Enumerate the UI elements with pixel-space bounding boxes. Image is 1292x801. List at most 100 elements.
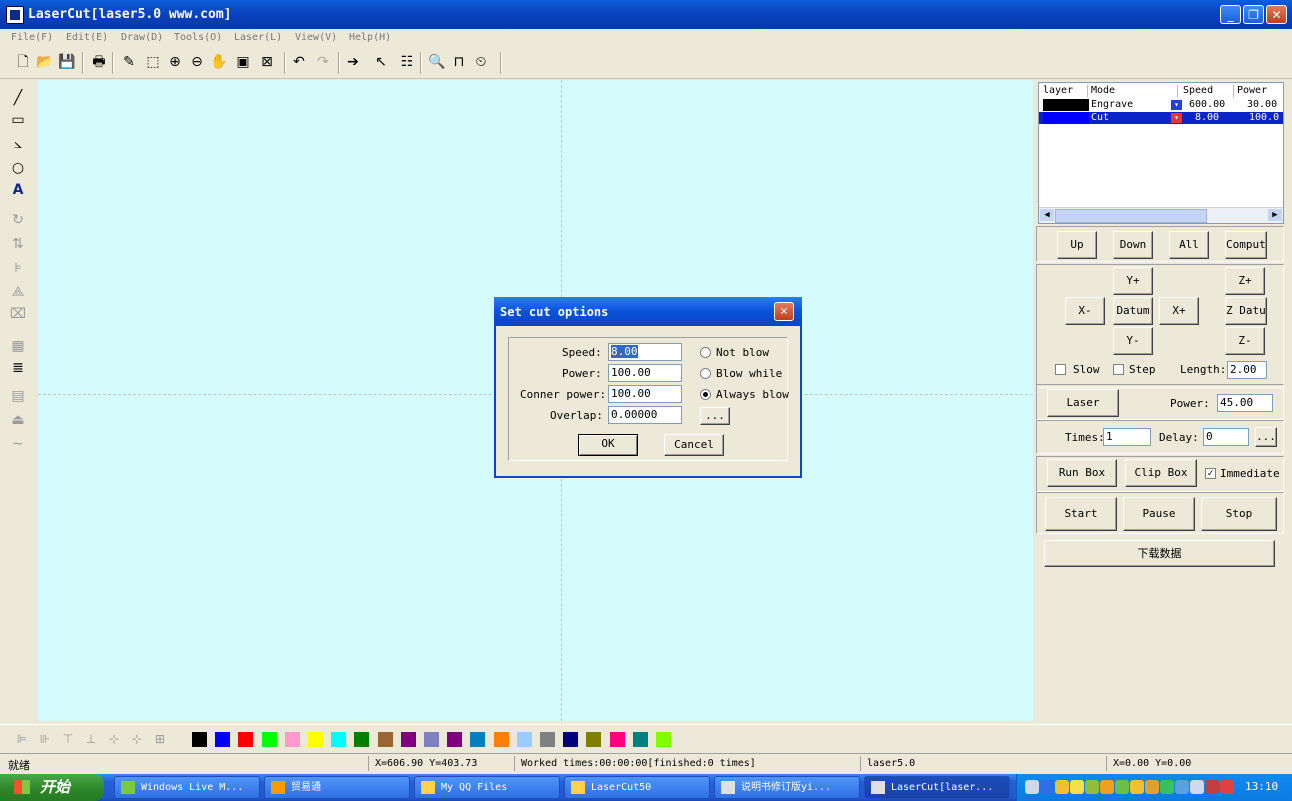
arrow-icon[interactable]: ➔: [344, 53, 362, 71]
array-icon[interactable]: ▦: [8, 336, 28, 356]
fit-page-icon[interactable]: ⊠: [258, 53, 276, 71]
taskbar-item[interactable]: Windows Live M...: [114, 776, 260, 799]
align-center-icon[interactable]: ⊪: [37, 731, 53, 747]
menu-tools[interactable]: Tools(O): [174, 32, 222, 43]
align-left-icon[interactable]: ⊫: [14, 731, 30, 747]
not-blow-radio[interactable]: [700, 347, 711, 358]
tray-icon[interactable]: [1205, 780, 1219, 794]
slow-checkbox[interactable]: [1055, 364, 1066, 375]
ok-button[interactable]: OK: [578, 434, 638, 456]
restore-button[interactable]: ❐: [1243, 5, 1264, 24]
weld-icon[interactable]: ⏏: [8, 410, 28, 430]
node-icon[interactable]: ↖: [372, 53, 390, 71]
times-input[interactable]: 1: [1103, 428, 1151, 446]
clip-box-button[interactable]: Clip Box: [1125, 459, 1197, 487]
preview-icon[interactable]: 🔍: [428, 53, 446, 71]
fill-icon[interactable]: ≣: [8, 358, 28, 378]
open-icon[interactable]: 📂: [36, 53, 54, 71]
z-plus-button[interactable]: Z+: [1225, 267, 1265, 295]
fit-icon[interactable]: ▣: [234, 53, 252, 71]
palette-color-swatch[interactable]: [516, 732, 532, 747]
redo-icon[interactable]: ↷: [314, 53, 332, 71]
tray-icon[interactable]: [1070, 780, 1084, 794]
x-minus-button[interactable]: X-: [1065, 297, 1105, 325]
datum-button[interactable]: Datum: [1113, 297, 1153, 325]
y-minus-button[interactable]: Y-: [1113, 327, 1153, 355]
text-icon[interactable]: A: [8, 180, 28, 200]
menu-help[interactable]: Help(H): [349, 32, 391, 43]
speed-input[interactable]: 8.00: [608, 343, 682, 361]
tray-icon[interactable]: [1025, 780, 1039, 794]
zoom-out-icon[interactable]: ⊖: [188, 53, 206, 71]
minimize-button[interactable]: _: [1220, 5, 1241, 24]
palette-color-swatch[interactable]: [470, 732, 486, 747]
overlap-input[interactable]: 0.00000: [608, 406, 682, 424]
delay-input[interactable]: 0: [1203, 428, 1249, 446]
laser-button[interactable]: Laser: [1047, 389, 1119, 417]
layer-row-cut[interactable]: Cut ▾ 8.00 100.0: [1039, 112, 1283, 124]
palette-color-swatch[interactable]: [609, 732, 625, 747]
crop-icon[interactable]: ⌧: [8, 304, 28, 324]
tray-icon[interactable]: [1220, 780, 1234, 794]
timer-icon[interactable]: ⏲: [472, 53, 490, 71]
dialog-close-icon[interactable]: ✕: [774, 302, 794, 321]
palette-color-swatch[interactable]: [656, 732, 671, 747]
menu-laser[interactable]: Laser(L): [234, 32, 282, 43]
power-input[interactable]: 100.00: [608, 364, 682, 382]
always-blow-radio[interactable]: [700, 389, 711, 400]
all-button[interactable]: All: [1169, 231, 1209, 259]
taskbar-item[interactable]: 贸易通: [264, 776, 410, 799]
step-checkbox[interactable]: [1113, 364, 1124, 375]
start-button[interactable]: 开始: [0, 774, 104, 801]
length-input[interactable]: 2.00: [1227, 361, 1267, 379]
align-icon[interactable]: ⊧: [8, 258, 28, 278]
distribute-h-icon[interactable]: ⊹: [106, 731, 122, 747]
run-box-button[interactable]: Run Box: [1047, 459, 1117, 487]
stop-button[interactable]: Stop: [1201, 497, 1277, 531]
pen-icon[interactable]: ✎: [120, 53, 138, 71]
scroll-left-icon[interactable]: ◀: [1040, 209, 1054, 221]
new-icon[interactable]: 🗋: [14, 53, 32, 71]
distribute-v-icon[interactable]: ⊹: [129, 731, 145, 747]
start-button[interactable]: Start: [1045, 497, 1117, 531]
conner-power-input[interactable]: 100.00: [608, 385, 682, 403]
palette-color-swatch[interactable]: [261, 732, 277, 747]
pause-button[interactable]: Pause: [1123, 497, 1195, 531]
taskbar-item[interactable]: 说明书修订版yi...: [714, 776, 860, 799]
save-icon[interactable]: 💾: [58, 53, 76, 71]
tray-icon[interactable]: [1190, 780, 1204, 794]
dropdown-arrow-icon[interactable]: ▾: [1171, 100, 1182, 110]
palette-color-swatch[interactable]: [424, 732, 439, 747]
dropdown-arrow-icon[interactable]: ▾: [1171, 113, 1182, 123]
palette-color-swatch[interactable]: [308, 732, 323, 747]
palette-color-swatch[interactable]: [632, 732, 648, 747]
tray-icon[interactable]: [1100, 780, 1114, 794]
menu-draw[interactable]: Draw(D): [121, 32, 163, 43]
palette-color-swatch[interactable]: [192, 732, 207, 747]
palette-color-swatch[interactable]: [377, 732, 393, 747]
tray-icon[interactable]: [1085, 780, 1099, 794]
cut-icon[interactable]: ⊓: [450, 53, 468, 71]
pan-icon[interactable]: ✋: [210, 53, 228, 71]
node-edit-icon[interactable]: ⟁: [8, 282, 28, 302]
menu-file[interactable]: File(F): [11, 32, 53, 43]
rectangle-icon[interactable]: ▭: [8, 110, 28, 130]
tray-icon[interactable]: [1040, 780, 1054, 794]
tray-icon[interactable]: [1145, 780, 1159, 794]
menu-view[interactable]: View(V): [295, 32, 337, 43]
align-top-icon[interactable]: ⊤: [60, 731, 76, 747]
delay-more-button[interactable]: ...: [1255, 427, 1277, 447]
ellipse-icon[interactable]: ○: [8, 158, 28, 178]
y-plus-button[interactable]: Y+: [1113, 267, 1153, 295]
tray-icon[interactable]: [1055, 780, 1069, 794]
immediate-checkbox[interactable]: ✓: [1205, 468, 1216, 479]
list-icon[interactable]: ☷: [398, 53, 416, 71]
scroll-thumb[interactable]: [1055, 209, 1207, 223]
cancel-button[interactable]: Cancel: [664, 434, 724, 456]
z-minus-button[interactable]: Z-: [1225, 327, 1265, 355]
scroll-right-icon[interactable]: ▶: [1268, 209, 1282, 221]
palette-color-swatch[interactable]: [284, 732, 300, 747]
tray-icon[interactable]: [1175, 780, 1189, 794]
engrave-icon[interactable]: ▤: [8, 386, 28, 406]
download-data-button[interactable]: 下载数据: [1044, 540, 1275, 567]
